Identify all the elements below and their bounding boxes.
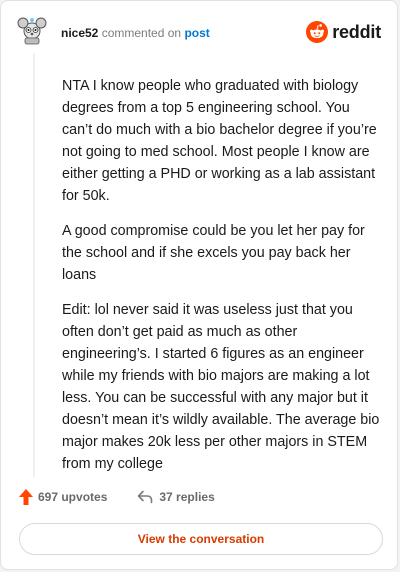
comment-footer: 697 upvotes 37 replies bbox=[19, 489, 215, 505]
comment-body: NTA I know people who graduated with bio… bbox=[62, 75, 382, 488]
replies-button[interactable]: 37 replies bbox=[137, 490, 215, 504]
view-conversation-label: View the conversation bbox=[137, 532, 265, 546]
reddit-wordmark: reddit bbox=[332, 21, 381, 42]
upvote-count: 697 upvotes bbox=[38, 490, 108, 504]
comment-header: nice52 commented on post bbox=[61, 26, 210, 41]
reddit-logo[interactable]: reddit bbox=[306, 21, 381, 43]
action-text: commented on bbox=[101, 26, 182, 40]
post-link[interactable]: post bbox=[184, 26, 209, 40]
view-conversation-button[interactable]: View the conversation bbox=[19, 523, 383, 555]
reply-arrow-icon bbox=[138, 490, 153, 504]
comment-paragraph: Edit: lol never said it was useless just… bbox=[62, 302, 380, 472]
upvote-button[interactable]: 697 upvotes bbox=[19, 489, 107, 505]
reply-count: 37 replies bbox=[159, 490, 215, 504]
thread-line bbox=[33, 53, 35, 477]
comment-card: nice52 commented on post reddit NTA I kn… bbox=[0, 0, 398, 570]
upvote-arrow-icon bbox=[19, 489, 33, 505]
reddit-snoo-icon bbox=[306, 21, 329, 43]
comment-paragraph: NTA I know people who graduated with bio… bbox=[62, 78, 377, 204]
user-avatar[interactable] bbox=[16, 14, 48, 46]
comment-paragraph: A good compromise could be you let her p… bbox=[62, 223, 365, 283]
username[interactable]: nice52 bbox=[61, 26, 98, 40]
